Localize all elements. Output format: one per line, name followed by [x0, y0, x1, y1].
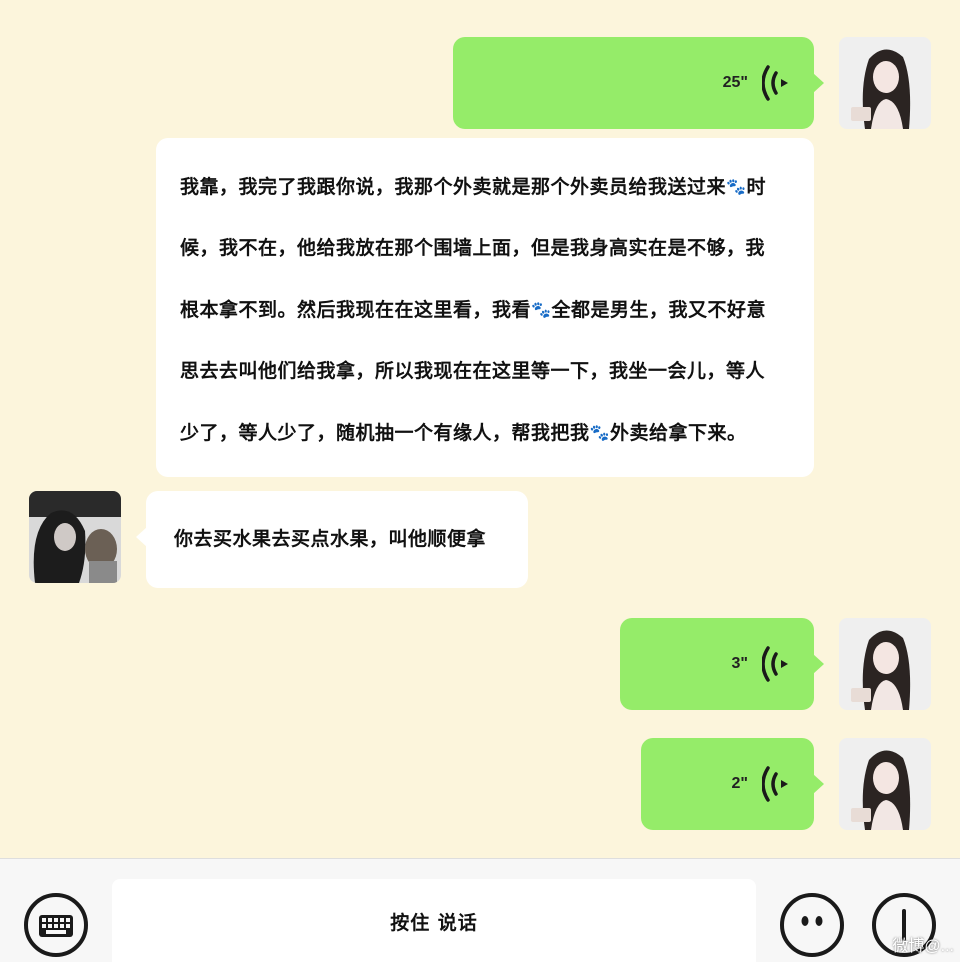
- self-avatar[interactable]: [839, 37, 931, 129]
- voice-message-bubble[interactable]: 2": [641, 738, 824, 830]
- avatar-image: [839, 738, 931, 830]
- self-avatar[interactable]: [839, 618, 931, 710]
- text-message-bubble[interactable]: 你去买水果去买点水果，叫他顺便拿: [136, 491, 528, 588]
- message-text: 你去买水果去买点水果，叫他顺便拿: [174, 528, 487, 550]
- emoji-button[interactable]: [780, 893, 844, 957]
- paw-icon: 🐾: [726, 177, 747, 196]
- paw-icon: 🐾: [531, 300, 552, 319]
- input-bar: 按住 说话 微博@...: [0, 858, 960, 962]
- voice-wave-icon: [762, 766, 788, 802]
- voice-wave-icon: [762, 646, 788, 682]
- avatar-image: [839, 618, 931, 710]
- hold-to-talk-button[interactable]: 按住 说话: [112, 879, 756, 962]
- voice-wave-icon: [762, 65, 788, 101]
- voice-duration: 2": [731, 775, 748, 792]
- voice-message-bubble[interactable]: 3": [620, 618, 824, 710]
- keyboard-icon: [39, 915, 73, 937]
- voice-message-bubble[interactable]: 25": [453, 37, 824, 129]
- watermark: 微博@...: [892, 938, 954, 955]
- paw-icon: 🐾: [589, 423, 610, 442]
- chat-area[interactable]: 25" 我靠，我完了我跟你说，我那个外卖就是那个外卖员给我送过来🐾时 候，我不在…: [0, 0, 960, 858]
- avatar-image: [29, 491, 121, 583]
- emoji-icon: [801, 916, 823, 926]
- voice-duration: 25": [722, 74, 748, 91]
- voice-duration: 3": [731, 655, 748, 672]
- message-text: 我靠，我完了我跟你说，我那个外卖就是那个外卖员给我送过来🐾时 候，我不在，他给我…: [180, 156, 800, 464]
- self-avatar[interactable]: [839, 738, 931, 830]
- contact-avatar[interactable]: [29, 491, 121, 583]
- keyboard-toggle-button[interactable]: [24, 893, 88, 957]
- avatar-image: [839, 37, 931, 129]
- text-message-bubble[interactable]: 我靠，我完了我跟你说，我那个外卖就是那个外卖员给我送过来🐾时 候，我不在，他给我…: [156, 138, 814, 477]
